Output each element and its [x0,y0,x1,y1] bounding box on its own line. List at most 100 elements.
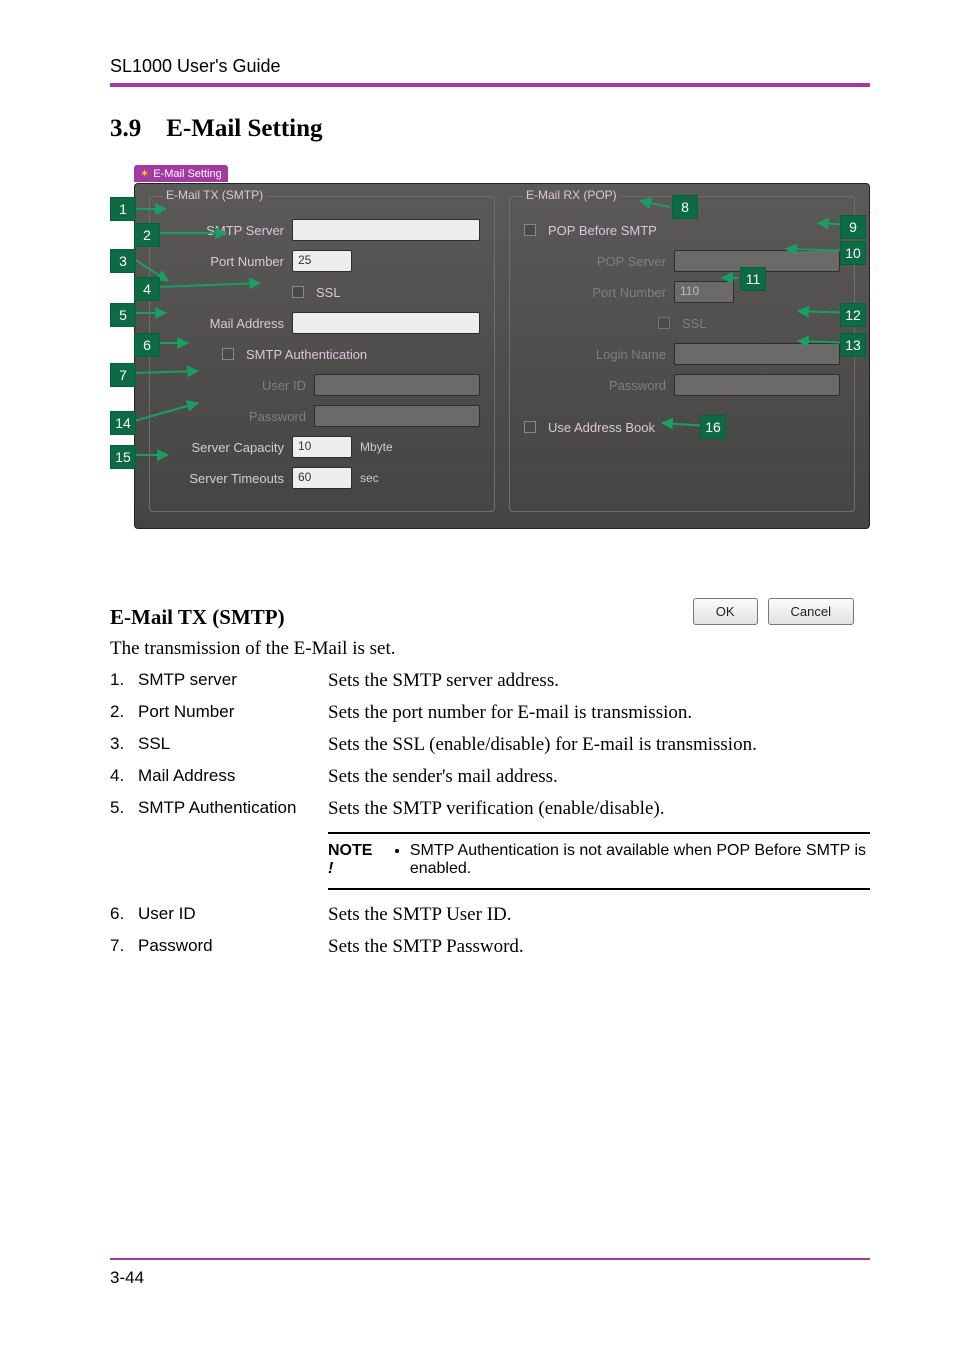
section-title: E-Mail Setting [166,115,322,142]
tx-ssl-checkbox[interactable] [292,286,304,298]
label-use-address-book: Use Address Book [548,420,655,435]
rx-password-input [674,374,840,396]
item-key: SMTP Authentication [138,798,328,818]
section-heading: 3.9 E-Mail Setting [110,115,870,143]
label-smtp-auth: SMTP Authentication [246,347,367,362]
star-icon: ✶ [140,168,149,180]
ok-button[interactable]: OK [693,598,758,625]
smtp-server-input[interactable] [292,219,480,241]
row-password: Password [186,404,480,428]
callout-1: 1 [110,197,136,221]
row-server-timeouts: Server Timeouts 60 sec [164,466,480,490]
window-title-bar: ✶ E-Mail Setting [134,165,228,182]
row-rx-ssl: SSL [546,311,840,335]
label-pop-before-smtp: POP Before SMTP [548,223,657,238]
item-key: Password [138,936,328,956]
note-block: NOTE ! SMTP Authentication is not availa… [328,832,870,890]
callout-12: 12 [840,303,866,327]
row-pop-server: POP Server [546,249,840,273]
callout-15: 15 [110,445,136,469]
group-title-rx: E-Mail RX (POP) [522,188,621,202]
server-timeouts-unit: sec [360,471,379,485]
property-list: 1. SMTP server Sets the SMTP server addr… [110,670,870,958]
section-number: 3.9 [110,115,141,142]
label-server-capacity: Server Capacity [164,440,284,455]
screenshot: ✶ E-Mail Setting E-Mail TX (SMTP) SMTP Se… [110,161,870,583]
item-num: 3. [110,734,138,754]
item-desc: Sets the SMTP Password. [328,936,870,958]
rx-port-number-input: 110 [674,281,734,303]
row-use-address-book: Use Address Book [524,415,840,439]
callout-8: 8 [672,195,698,219]
label-rx-ssl: SSL [682,316,707,331]
top-divider [110,83,870,87]
item-key: SMTP server [138,670,328,690]
cancel-button[interactable]: Cancel [768,598,854,625]
label-password: Password [186,409,306,424]
password-input [314,405,480,427]
row-smtp-auth: SMTP Authentication [164,342,480,366]
server-capacity-input[interactable]: 10 [292,436,352,458]
label-server-timeouts: Server Timeouts [164,471,284,486]
row-mail-address: Mail Address [164,311,480,335]
user-id-input [314,374,480,396]
server-capacity-unit: Mbyte [360,440,393,454]
item-key: User ID [138,904,328,924]
row-rx-port: Port Number 110 [546,280,840,304]
item-desc: Sets the port number for E-mail is trans… [328,702,870,724]
guide-title: SL1000 User's Guide [110,56,870,77]
callout-7: 7 [110,363,136,387]
tx-port-number-input[interactable]: 25 [292,250,352,272]
row-rx-password: Password [546,373,840,397]
callout-14: 14 [110,411,136,435]
label-port-number: Port Number [164,254,284,269]
label-ssl: SSL [316,285,341,300]
item-desc: Sets the SMTP server address. [328,670,870,692]
row-login-name: Login Name [546,342,840,366]
label-login-name: Login Name [546,347,666,362]
callout-16: 16 [700,415,726,439]
item-num: 5. [110,798,138,818]
callout-10: 10 [840,241,866,265]
label-smtp-server: SMTP Server [164,223,284,238]
callout-2: 2 [134,223,160,247]
item-key: Mail Address [138,766,328,786]
row-user-id: User ID [186,373,480,397]
row-pop-before-smtp: POP Before SMTP [524,218,840,242]
item-key: Port Number [138,702,328,722]
rx-ssl-checkbox [658,317,670,329]
callout-5: 5 [110,303,136,327]
intro-paragraph: The transmission of the E-Mail is set. [110,638,870,660]
note-bullet: SMTP Authentication is not available whe… [410,842,870,878]
label-user-id: User ID [186,378,306,393]
group-email-rx-pop: E-Mail RX (POP) POP Before SMTP POP Serv… [509,196,855,512]
label-rx-password: Password [546,378,666,393]
note-label: NOTE ! [328,842,376,878]
smtp-auth-checkbox[interactable] [222,348,234,360]
group-email-tx-smtp: E-Mail TX (SMTP) SMTP Server Port Number… [149,196,495,512]
item-num: 7. [110,936,138,956]
item-num: 2. [110,702,138,722]
row-ssl: SSL [164,280,480,304]
pop-before-smtp-checkbox[interactable] [524,224,536,236]
item-num: 6. [110,904,138,924]
item-desc: Sets the SMTP User ID. [328,904,870,926]
server-timeouts-input[interactable]: 60 [292,467,352,489]
mail-address-input[interactable] [292,312,480,334]
page-footer: 3-44 [110,1258,870,1288]
callout-4: 4 [134,277,160,301]
callout-6: 6 [134,333,160,357]
item-desc: Sets the SSL (enable/disable) for E-mail… [328,734,870,756]
callout-9: 9 [840,215,866,239]
callout-13: 13 [840,333,866,357]
group-title-tx: E-Mail TX (SMTP) [162,188,267,202]
row-smtp-server: SMTP Server [164,218,480,242]
item-num: 4. [110,766,138,786]
item-num: 1. [110,670,138,690]
callout-11: 11 [740,267,766,291]
label-rx-port-number: Port Number [546,285,666,300]
window-title: E-Mail Setting [153,168,221,180]
login-name-input [674,343,840,365]
use-address-book-checkbox[interactable] [524,421,536,433]
page-number: 3-44 [110,1268,144,1287]
